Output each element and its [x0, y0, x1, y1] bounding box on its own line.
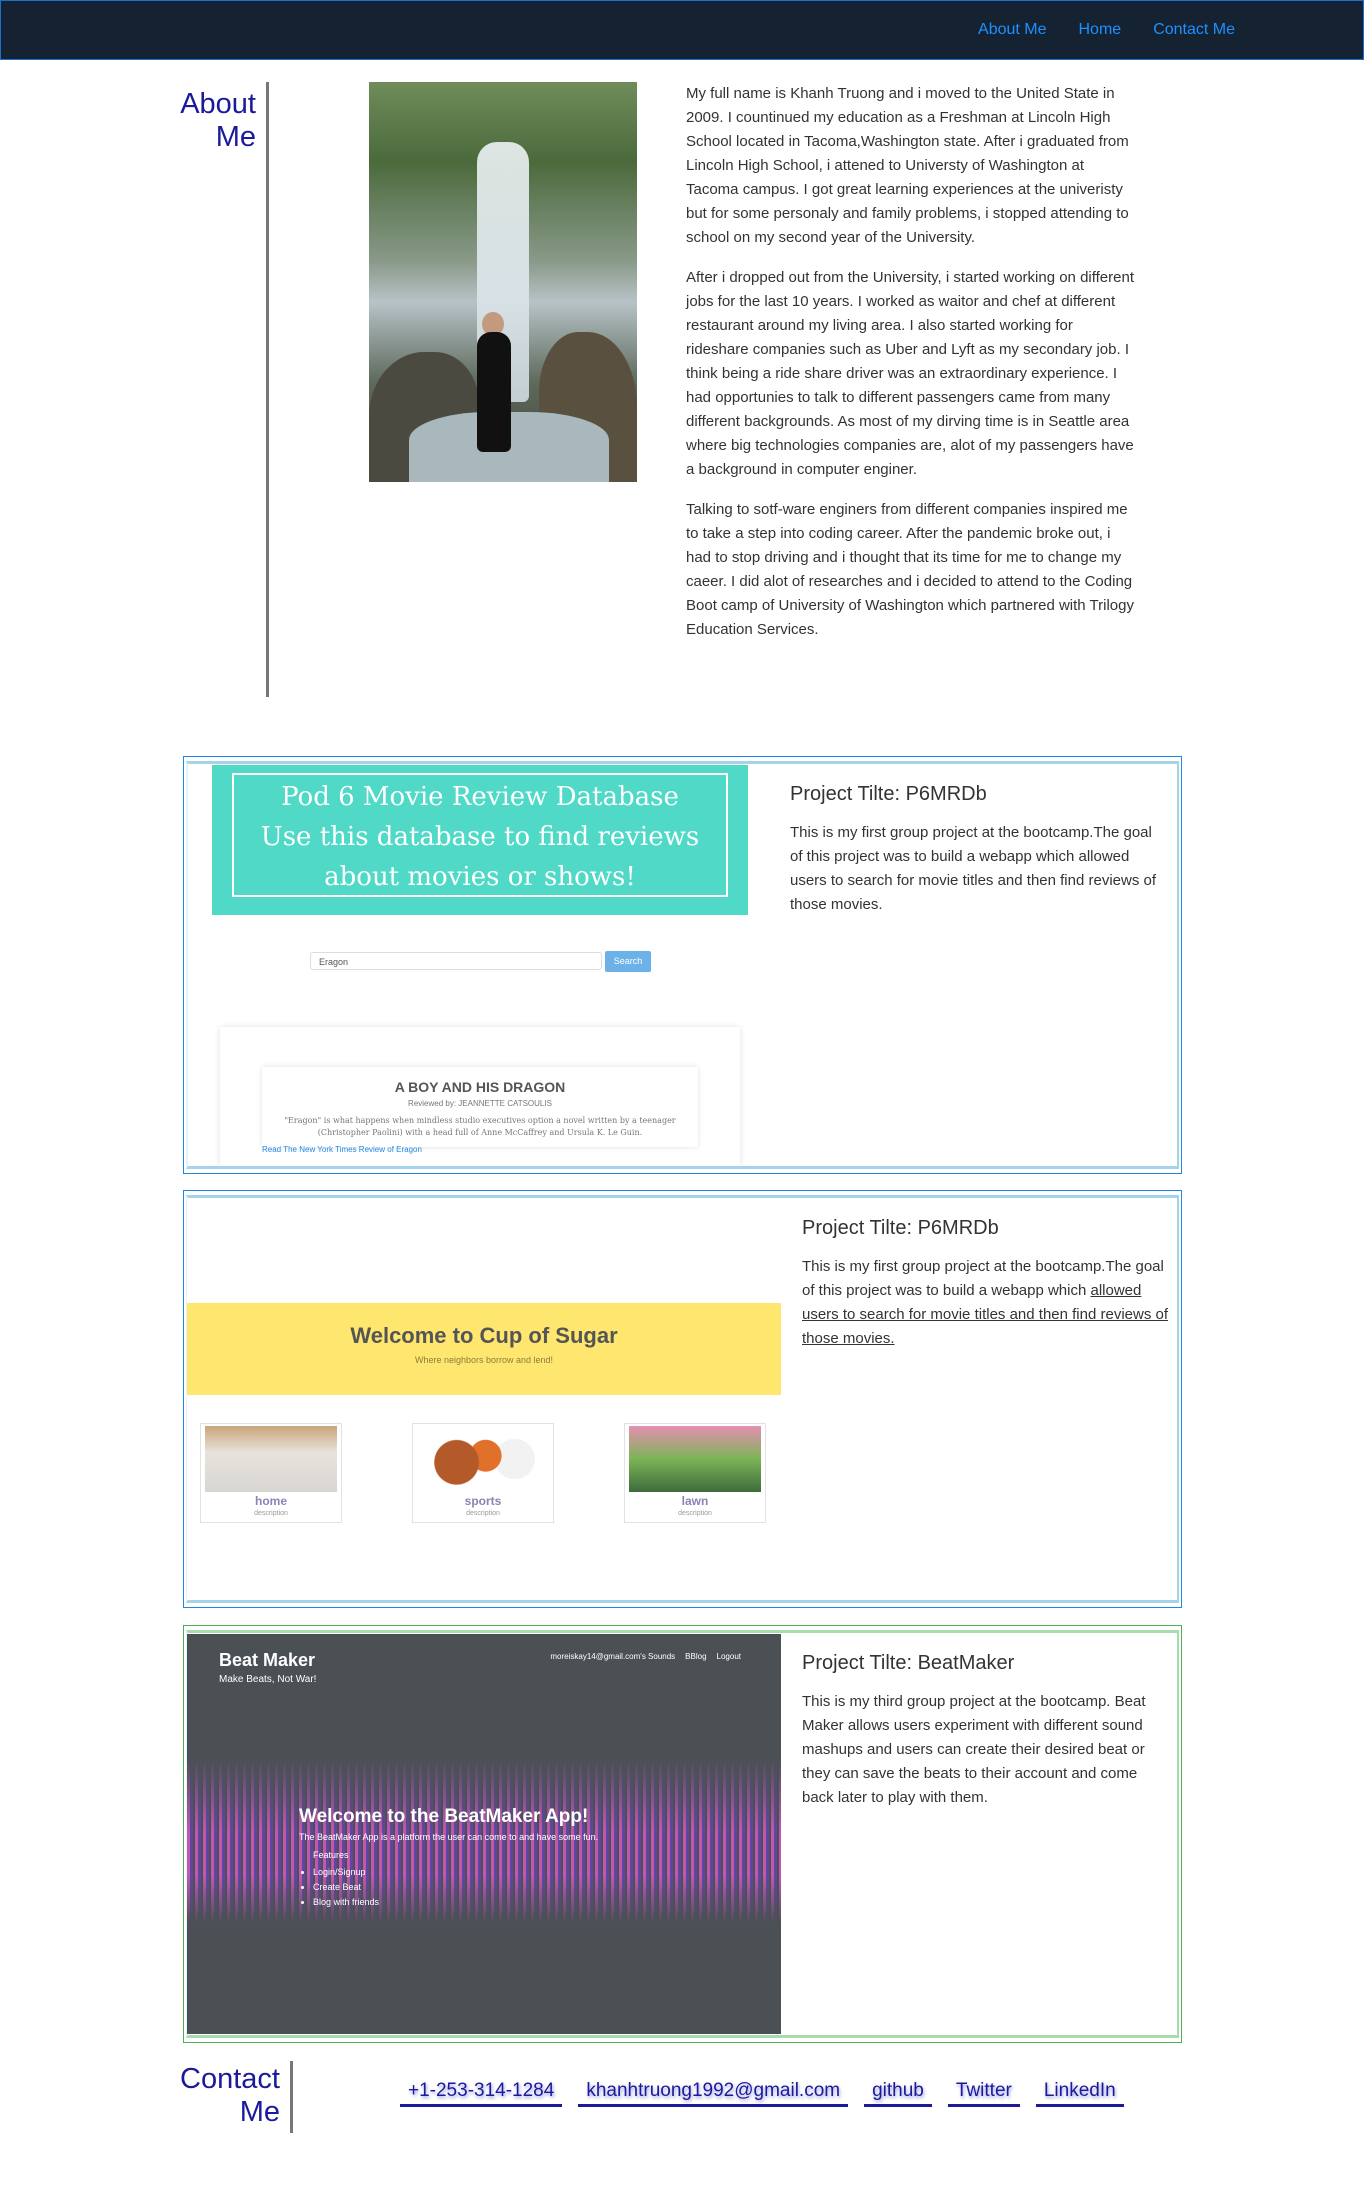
nav-link-about-me[interactable]: About Me	[978, 21, 1046, 39]
bio-paragraph: After i dropped out from the University,…	[686, 269, 1134, 478]
category-tile-home: home description	[200, 1423, 342, 1523]
bio-paragraph: Talking to sotf-ware enginers from diffe…	[686, 501, 1134, 638]
project-description: This is my third group project at the bo…	[802, 1693, 1146, 1806]
feature-item: Blog with friends	[313, 1895, 379, 1910]
review-title: A BOY AND HIS DRAGON	[394, 1079, 566, 1095]
tile-label: home	[254, 1494, 287, 1508]
contact-links: +1-253-314-1284 khanhtruong1992@gmail.co…	[400, 2080, 1124, 2107]
tile-desc: description	[254, 1510, 288, 1517]
movie-db-review-card: A BOY AND HIS DRAGON Reviewed by: JEANNE…	[220, 1027, 740, 1165]
project-title: Project Tilte: BeatMaker	[802, 1652, 1015, 1674]
project-screenshot-movie-db[interactable]: Pod 6 Movie Review Database Use this dat…	[212, 765, 748, 1165]
tile-label: lawn	[681, 1494, 709, 1508]
contact-heading-line2: Me	[239, 2096, 280, 2128]
contact-heading: Contact Me	[160, 2063, 280, 2129]
about-heading-line2: Me	[215, 121, 256, 153]
project-card-p6mrdb: Pod 6 Movie Review Database Use this dat…	[183, 756, 1182, 1174]
nav-links: About Me Home Contact Me	[978, 21, 1235, 39]
movie-db-banner: Pod 6 Movie Review Database Use this dat…	[212, 765, 748, 915]
cup-of-sugar-banner: Welcome to Cup of Sugar Where neighbors …	[187, 1303, 781, 1395]
movie-db-banner-subtitle: Use this database to find reviews about …	[260, 822, 700, 892]
contact-heading-line1: Contact	[180, 2063, 280, 2095]
navbar: About Me Home Contact Me	[0, 0, 1364, 60]
beatmaker-welcome: Welcome to the BeatMaker App!	[299, 1806, 589, 1827]
contact-divider	[290, 2061, 293, 2133]
project-title: Project Tilte: P6MRDb	[802, 1217, 999, 1239]
project-description: This is my first group project at the bo…	[802, 1255, 1172, 1351]
project-description: This is my first group project at the bo…	[790, 824, 1157, 913]
movie-db-search-button: Search	[605, 951, 651, 972]
about-heading: About Me	[160, 88, 256, 154]
review-quote: "Eragon" is what happens when mindless s…	[284, 1116, 676, 1137]
tile-label: sports	[464, 1494, 502, 1508]
beatmaker-features-list: Login/Signup Create Beat Blog with frien…	[299, 1865, 379, 1910]
beatmaker-nav-logout: Logout	[716, 1652, 741, 1661]
contact-github-link[interactable]: github	[864, 2080, 932, 2107]
movie-db-banner-title: Pod 6 Movie Review Database	[281, 782, 679, 812]
project-card-beatmaker: Beat Maker Make Beats, Not War! moreiska…	[183, 1625, 1182, 2043]
beatmaker-nav-sounds: moreiskay14@gmail.com's Sounds	[550, 1652, 676, 1661]
feature-item: Create Beat	[313, 1880, 379, 1895]
about-heading-line1: About	[180, 88, 256, 120]
movie-db-search-input: Eragon	[310, 952, 602, 970]
bio-paragraph: My full name is Khanh Truong and i moved…	[686, 85, 1129, 246]
review-link: Read The New York Times Review of Eragon	[262, 1145, 422, 1154]
project-title: Project Tilte: P6MRDb	[790, 783, 987, 805]
cup-of-sugar-title: Welcome to Cup of Sugar	[350, 1323, 618, 1348]
category-tile-sports: sports description	[412, 1423, 554, 1523]
contact-phone-link[interactable]: +1-253-314-1284	[400, 2080, 563, 2107]
nav-link-contact-me[interactable]: Contact Me	[1153, 21, 1235, 39]
profile-photo	[369, 82, 637, 482]
about-divider	[266, 82, 269, 697]
tile-desc: description	[466, 1510, 500, 1517]
contact-twitter-link[interactable]: Twitter	[947, 2080, 1020, 2107]
contact-email-link[interactable]: khanhtruong1992@gmail.com	[578, 2080, 849, 2107]
about-bio: My full name is Khanh Truong and i moved…	[686, 82, 1136, 658]
contact-linkedin-link[interactable]: LinkedIn	[1035, 2080, 1124, 2107]
beatmaker-title: Beat Maker	[219, 1650, 316, 1670]
beatmaker-intro: The BeatMaker App is a platform the user…	[299, 1832, 599, 1842]
nav-link-home[interactable]: Home	[1079, 21, 1122, 39]
project-screenshot-cup-of-sugar[interactable]: Welcome to Cup of Sugar Where neighbors …	[187, 1199, 781, 1599]
review-reviewer: Reviewed by: JEANNETTE CATSOULIS	[408, 1099, 552, 1108]
feature-item: Login/Signup	[313, 1865, 379, 1880]
tile-desc: description	[678, 1510, 712, 1517]
beatmaker-subtitle: Make Beats, Not War!	[219, 1674, 317, 1685]
beatmaker-features-label: Features	[313, 1850, 349, 1860]
project-screenshot-beatmaker[interactable]: Beat Maker Make Beats, Not War! moreiska…	[187, 1634, 781, 2034]
beatmaker-nav: moreiskay14@gmail.com's Sounds BBlog Log…	[550, 1652, 741, 1661]
cup-of-sugar-subtitle: Where neighbors borrow and lend!	[414, 1355, 554, 1365]
project-card-cup-of-sugar: Welcome to Cup of Sugar Where neighbors …	[183, 1190, 1182, 1608]
category-tile-lawn: lawn description	[624, 1423, 766, 1523]
beatmaker-nav-blog: BBlog	[685, 1652, 707, 1661]
